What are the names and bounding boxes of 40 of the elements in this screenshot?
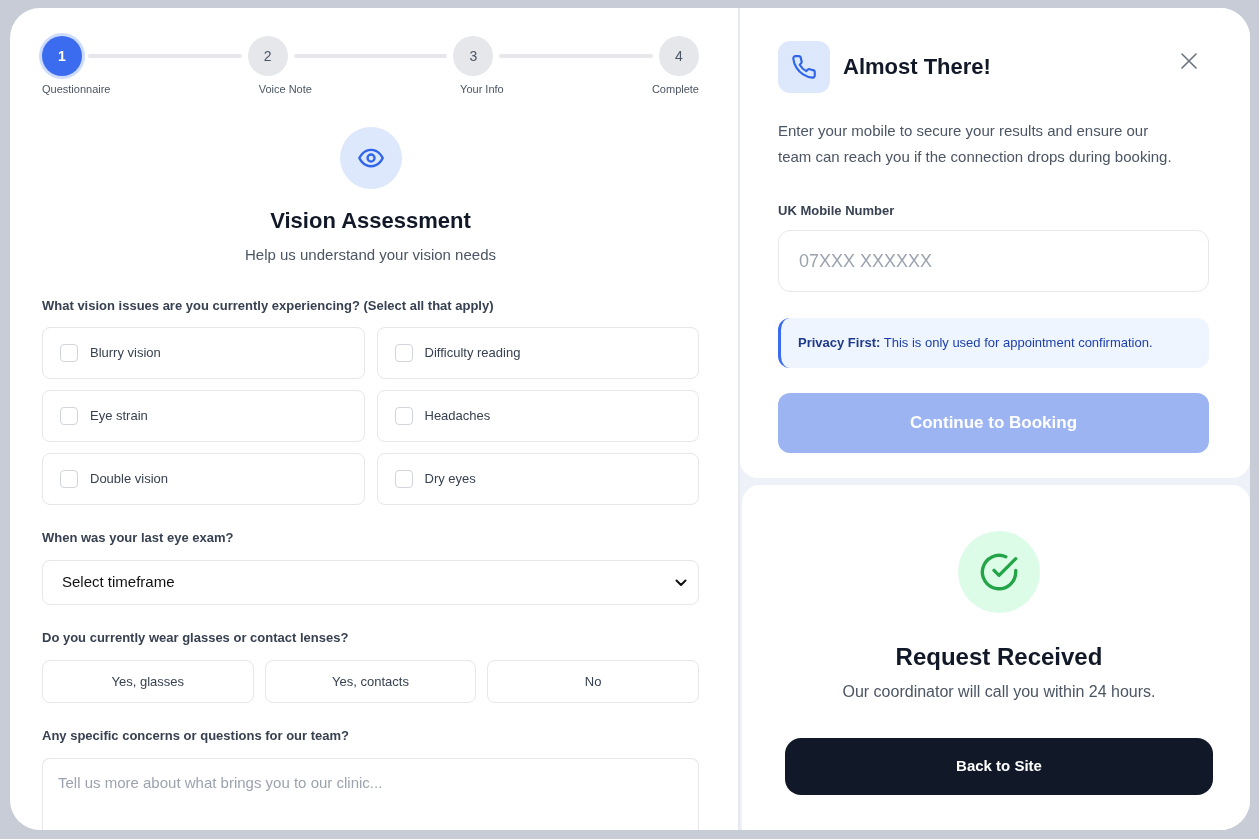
question-label: What vision issues are you currently experiencing? (Select all that apply)	[42, 297, 495, 315]
concerns-textarea[interactable]: Tell us more about what brings you to our clinic...	[42, 758, 699, 830]
field-label: UK Mobile Number	[778, 202, 896, 220]
question-label: Do you currently wear glasses or contact lenses?	[42, 629, 350, 647]
card-title: Almost There!	[843, 53, 992, 81]
card-description: Enter your mobile to secure your results and ensure our team can reach you if the connection drops during booking.	[778, 121, 1173, 167]
back-to-site-button[interactable]: Back to Site	[785, 738, 1213, 795]
step-label: Your Info	[460, 82, 504, 97]
checkbox-option[interactable]: Dry eyes	[376, 453, 699, 505]
step-label: Questionnaire	[42, 82, 111, 97]
question-label: Any specific concerns or questions for our team?	[42, 727, 350, 745]
checkbox-option[interactable]: Double vision	[42, 453, 365, 505]
confirmation-message: Our coordinator will call you within 24 hours.	[842, 682, 1156, 702]
close-icon[interactable]	[1181, 53, 1197, 69]
checkbox[interactable]	[60, 470, 78, 488]
step-label: Complete	[651, 82, 699, 97]
form-subtitle: Help us understand your vision needs	[245, 245, 496, 265]
question-label: When was your last eye exam?	[42, 529, 235, 547]
phone-input[interactable]: 07XXX XXXXXX	[778, 230, 1209, 292]
checkbox[interactable]	[60, 344, 78, 362]
chevron-down-icon	[675, 578, 687, 587]
phone-icon	[778, 41, 830, 93]
choice-button[interactable]: Yes, contacts	[264, 660, 477, 703]
confirmation-title: Request Received	[895, 642, 1103, 672]
checkbox-option[interactable]: Difficulty reading	[376, 327, 699, 379]
check-circle-icon	[958, 531, 1040, 613]
form-title: Vision Assessment	[270, 207, 471, 235]
step-label: Voice Note	[258, 82, 312, 97]
checkbox-option[interactable]: Eye strain	[42, 390, 365, 442]
privacy-notice: Privacy First: This is only used for appointment confirmation.	[778, 318, 1209, 368]
eye-icon	[339, 127, 402, 189]
checkbox[interactable]	[60, 407, 78, 425]
checkbox[interactable]	[394, 407, 413, 425]
checkbox[interactable]	[394, 344, 413, 362]
choice-button[interactable]: Yes, glasses	[42, 660, 254, 703]
checkbox[interactable]	[394, 470, 413, 488]
choice-button[interactable]: No	[487, 660, 699, 703]
checkbox-option[interactable]: Headaches	[376, 390, 699, 442]
timeframe-dropdown[interactable]: Select timeframe	[42, 560, 699, 605]
checkbox-option[interactable]: Blurry vision	[42, 327, 365, 379]
